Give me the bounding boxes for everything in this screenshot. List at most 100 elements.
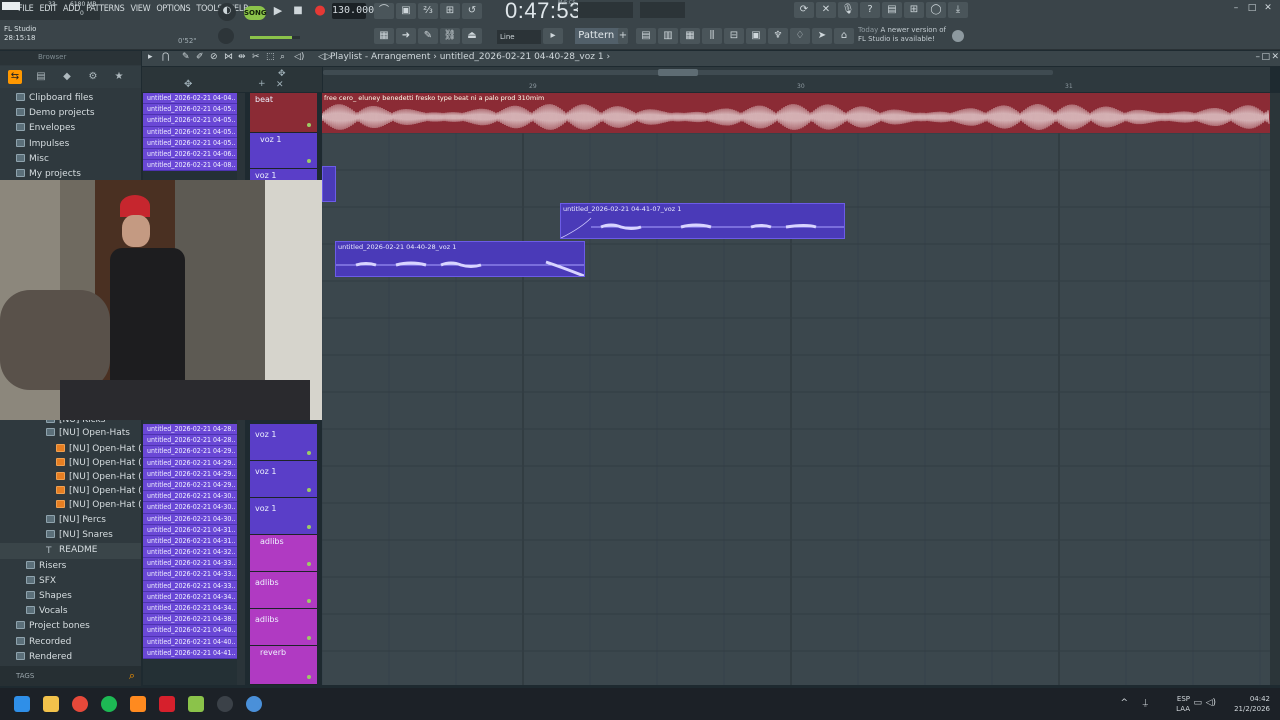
magnet-icon[interactable]: ⋂ [162,52,169,62]
browser-item[interactable]: Vocals [0,604,141,619]
clip-list-item[interactable]: untitled_2026-02-21 04-30.. [143,513,238,525]
track-header[interactable]: adlibs [250,535,317,572]
language-indicator[interactable]: ESP LAA [1176,694,1190,714]
clip-list-item[interactable]: untitled_2026-02-21 04-33.. [143,580,238,592]
piano-roll-view-icon[interactable]: ▥ [658,28,678,44]
wait-input-icon[interactable]: ▣ [396,3,416,19]
channel-rack-icon[interactable]: ⊞ [904,2,924,18]
browser-item[interactable]: Risers [0,559,141,574]
browser-item[interactable]: Recorded [0,635,141,650]
playlist-icon[interactable]: ▤ [636,28,656,44]
android-icon[interactable] [188,696,204,712]
piano-roll-icon[interactable]: ▦ [374,28,394,44]
clip-list-item[interactable]: untitled_2026-02-21 04-41.. [143,647,238,659]
browser-view-icon[interactable]: ⊟ [724,28,744,44]
timeline-ruler[interactable]: 29 30 31 [323,67,1270,92]
play-button[interactable]: ▶ [268,3,288,19]
windows-start-icon[interactable] [14,696,30,712]
microphone-icon[interactable]: 🎙 [838,2,858,18]
minimize-icon[interactable]: – [1230,2,1242,14]
sample-item[interactable]: [NU] Open-Hat (5) [56,498,141,512]
clip-list-item[interactable]: untitled_2026-02-21 04-31.. [143,535,238,548]
browser-item[interactable]: SFX [0,574,141,589]
tags-bar[interactable]: TAGS ⌕ [0,666,141,686]
clip-list-item[interactable]: untitled_2026-02-21 04-40.. [143,636,238,648]
browser-all-icon[interactable]: ⇆ [8,70,22,84]
pattern-prev-icon[interactable]: ▸ [543,28,563,44]
sample-item[interactable]: [NU] Open-Hat (2) [56,456,141,470]
clip-list-item[interactable]: untitled_2026-02-21 04-34.. [143,603,238,615]
download-icon[interactable]: ⤓ [948,2,968,18]
browser-plugins-icon[interactable]: ◆ [60,70,74,84]
draw-icon[interactable]: ✎ [182,52,190,62]
menu-options[interactable]: OPTIONS [156,4,190,14]
channel-rack-view-icon[interactable]: ▦ [680,28,700,44]
delete-icon[interactable]: ⊘ [210,52,218,62]
track-active-indicator[interactable] [307,451,311,455]
slice-icon[interactable]: ✂ [252,52,260,62]
zoom-icon[interactable]: ⌕ [280,52,285,62]
arrow-icon[interactable]: ➜ [396,28,416,44]
browser-item[interactable]: [NU] Snares [0,528,141,543]
track-active-indicator[interactable] [307,675,311,679]
track-header[interactable]: adlibs [250,609,317,646]
track-active-indicator[interactable] [307,488,311,492]
track-move-icon[interactable]: ✥ [278,69,286,79]
paint-icon[interactable]: ✐ [196,52,204,62]
track-active-indicator[interactable] [307,525,311,529]
clock[interactable]: 04:42 21/2/2026 [1234,694,1270,714]
audio-clip[interactable] [322,166,336,202]
obs-icon[interactable] [217,696,233,712]
clip-list-item[interactable]: untitled_2026-02-21 04-38.. [143,614,238,626]
slip-icon[interactable]: ⇹ [238,52,246,62]
sample-item[interactable]: [NU] Open-Hat (4) [56,484,141,498]
tray-chevron-icon[interactable]: ^ [1120,698,1128,708]
clip-list-item[interactable]: untitled_2026-02-21 04-33.. [143,569,238,581]
clip-list-item[interactable]: untitled_2026-02-21 04-08.. [143,160,238,172]
sample-item[interactable]: [NU] Open-Hat (3) [56,470,141,484]
track-header[interactable]: voz 1 [250,424,317,461]
audio-clip-icon[interactable]: ➤ [812,28,832,44]
mixer-view-icon[interactable]: ⫼ [702,28,722,44]
browser-item[interactable]: Envelopes [16,121,141,136]
track-active-indicator[interactable] [307,599,311,603]
pencil-icon[interactable]: ✎ [418,28,438,44]
browser-item[interactable]: [NU] Percs [0,513,141,528]
browser-item[interactable]: Rendered [0,650,141,665]
browser-settings-icon[interactable]: ⚙ [86,70,100,84]
track-active-indicator[interactable] [307,123,311,127]
track-header[interactable]: voz 1 [250,133,317,169]
tempo-display[interactable]: 130.000 [332,3,374,19]
browser-item[interactable]: [NU] Open-Hats [46,426,141,441]
audio-clip[interactable]: untitled_2026-02-21 04-41-07_voz 1 [560,203,845,239]
remove-track-icon[interactable]: ✕ [276,80,284,90]
clip-list-item[interactable]: untitled_2026-02-21 04-05.. [143,126,238,138]
record-button[interactable]: ● [310,3,330,19]
playlist-min-icon[interactable]: – [1256,52,1261,62]
cart-icon[interactable]: ⌂ [834,28,854,44]
close-icon[interactable]: ✕ [1262,2,1274,14]
stamp-icon[interactable]: ⏏ [462,28,482,44]
scroll-thumb[interactable] [658,69,698,76]
recorder-icon[interactable] [159,696,175,712]
clip-list-item[interactable]: untitled_2026-02-21 04-32.. [143,547,238,559]
beat-audio-clip[interactable]: free cero_ eluney benedetti fresko type … [322,93,1270,133]
loop-record-icon[interactable]: ↺ [462,3,482,19]
vertical-scrollbar[interactable] [1270,93,1280,685]
news-toggle-icon[interactable] [952,30,964,42]
chrome-icon[interactable] [72,696,88,712]
playlist-grid[interactable]: free cero_ eluney benedetti fresko type … [322,93,1270,685]
mic-icon[interactable]: ⍊ [1143,698,1148,708]
browser-item[interactable]: Project bones [0,619,141,634]
mixer-x-icon[interactable]: ✕ [816,2,836,18]
clip-list-item[interactable]: untitled_2026-02-21 04-05.. [143,137,238,149]
clip-list-item[interactable]: untitled_2026-02-21 04-05.. [143,104,238,116]
refresh-icon[interactable]: ⟳ [794,2,814,18]
browser-item[interactable]: Clipboard files [16,91,141,106]
clip-list-item[interactable]: untitled_2026-02-21 04-33.. [143,558,238,570]
touch-keyboard-icon[interactable]: ♢ [790,28,810,44]
file-explorer-icon[interactable] [43,696,59,712]
select-icon[interactable]: ⬚ [266,52,275,62]
stop-button[interactable]: ■ [288,3,308,19]
track-header[interactable]: beat [250,93,317,133]
